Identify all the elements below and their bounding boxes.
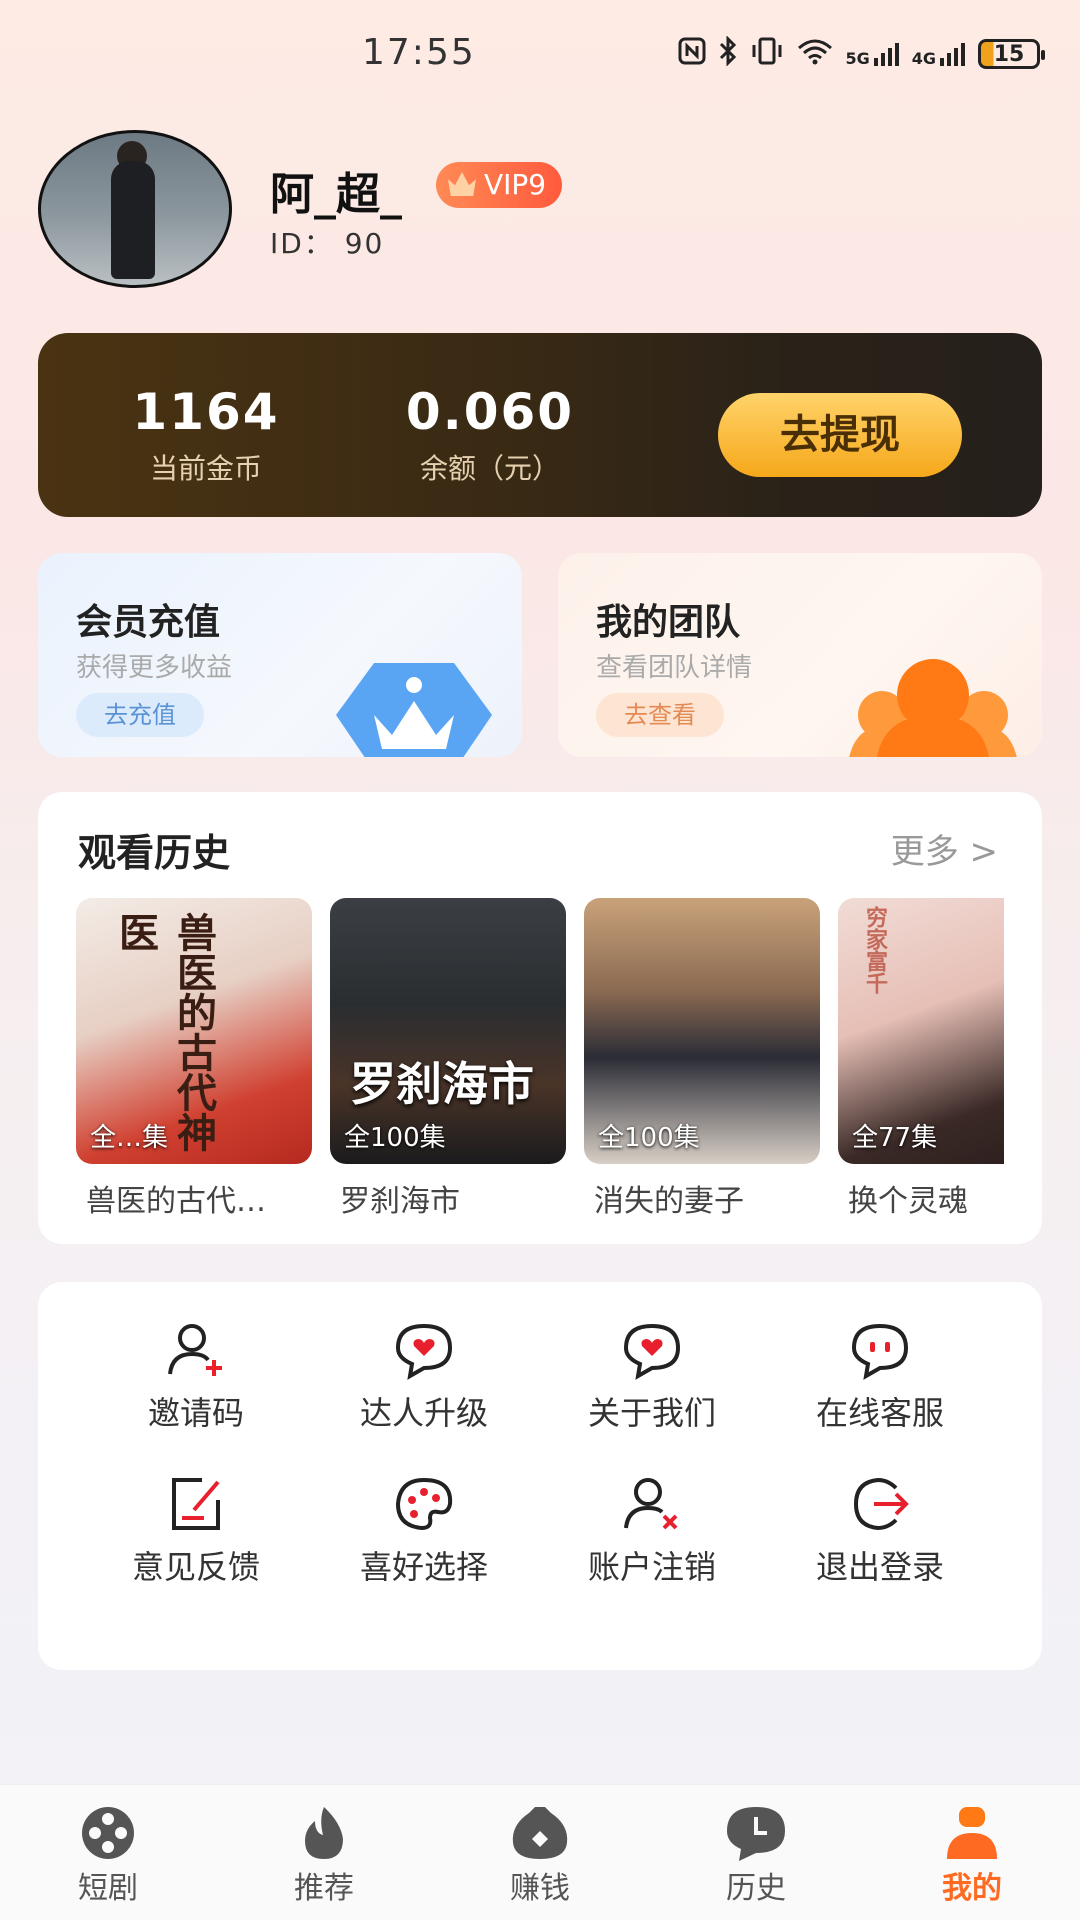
history-item[interactable]: 全100集 消失的妻子 bbox=[584, 898, 820, 1220]
menu-delete-account[interactable]: 账户注销 bbox=[542, 1474, 762, 1588]
menu-online-service[interactable]: 在线客服 bbox=[770, 1320, 990, 1434]
tab-history[interactable]: 历史 bbox=[686, 1805, 826, 1907]
menu-logout[interactable]: 退出登录 bbox=[770, 1474, 990, 1588]
poster-image: 兽医的古代神医 全…集 bbox=[76, 898, 312, 1164]
team-card-subtitle: 查看团队详情 bbox=[596, 653, 753, 683]
history-item-title: 换个灵魂 bbox=[848, 1184, 968, 1219]
tab-short-drama[interactable]: 短剧 bbox=[38, 1805, 178, 1907]
team-card-title: 我的团队 bbox=[596, 602, 741, 643]
balance-stat: 0.060 余额（元） bbox=[400, 383, 580, 487]
balance-label: 余额（元） bbox=[419, 452, 560, 485]
logout-icon bbox=[853, 1477, 909, 1531]
history-item[interactable]: 兽医的古代神医 全…集 兽医的古代… bbox=[76, 898, 312, 1220]
watch-history-section: 观看历史 更多 > 兽医的古代神医 全…集 兽医的古代… 罗刹海市 全100集 … bbox=[38, 792, 1042, 1244]
nfc-icon bbox=[677, 36, 707, 72]
heart-bubble-icon bbox=[623, 1323, 681, 1380]
bluetooth-icon bbox=[717, 35, 739, 72]
vip-badge: VIP9 bbox=[436, 162, 563, 208]
flame-icon bbox=[305, 1807, 343, 1859]
poster-image: 穷家富千 全77集 bbox=[838, 898, 1004, 1164]
vip-recharge-card[interactable]: 会员充值 获得更多收益 去充值 bbox=[38, 553, 522, 757]
heart-bubble-icon bbox=[395, 1323, 453, 1380]
status-time: 17:55 bbox=[362, 32, 476, 73]
profile-icon bbox=[947, 1807, 997, 1859]
history-list: 兽医的古代神医 全…集 兽医的古代… 罗刹海市 全100集 罗刹海市 全100集… bbox=[76, 898, 1004, 1228]
vip-card-title: 会员充值 bbox=[76, 602, 221, 643]
menu-feedback[interactable]: 意见反馈 bbox=[86, 1474, 306, 1588]
vibrate-icon bbox=[749, 36, 785, 72]
crown-icon bbox=[336, 663, 492, 757]
menu-invite-code[interactable]: 邀请码 bbox=[86, 1320, 306, 1434]
my-team-card[interactable]: 我的团队 查看团队详情 去查看 bbox=[558, 553, 1042, 757]
coins-label: 当前金币 bbox=[149, 452, 262, 485]
history-title: 观看历史 bbox=[78, 831, 231, 875]
signal-5g-icon: 5G bbox=[845, 40, 901, 68]
poster-image: 全100集 bbox=[584, 898, 820, 1164]
signal-4g-icon: 4G bbox=[912, 40, 968, 68]
wifi-icon bbox=[795, 36, 835, 72]
clock-bubble-icon bbox=[727, 1807, 785, 1861]
tab-mine[interactable]: 我的 bbox=[902, 1805, 1042, 1907]
status-bar: 17:55 5G 4G 15 bbox=[0, 0, 1080, 110]
user-remove-icon bbox=[624, 1478, 678, 1530]
view-team-button[interactable]: 去查看 bbox=[596, 693, 724, 737]
history-item-title: 消失的妻子 bbox=[594, 1184, 744, 1219]
history-item[interactable]: 罗刹海市 全100集 罗刹海市 bbox=[330, 898, 566, 1220]
team-icon bbox=[849, 659, 1017, 757]
vip-card-subtitle: 获得更多收益 bbox=[76, 653, 233, 683]
poster-image: 罗刹海市 全100集 bbox=[330, 898, 566, 1164]
withdraw-button[interactable]: 去提现 bbox=[718, 393, 962, 477]
avatar[interactable] bbox=[38, 130, 232, 288]
battery-icon: 15 bbox=[978, 39, 1045, 69]
history-item[interactable]: 穷家富千 全77集 换个灵魂 bbox=[838, 898, 1004, 1220]
username: 阿_超_ bbox=[270, 169, 402, 220]
user-plus-icon bbox=[168, 1324, 222, 1376]
feedback-icon bbox=[172, 1478, 220, 1530]
menu-expert-upgrade[interactable]: 达人升级 bbox=[314, 1320, 534, 1434]
crown-icon bbox=[448, 172, 476, 196]
balance-value: 0.060 bbox=[405, 383, 575, 441]
history-item-title: 兽医的古代… bbox=[86, 1184, 266, 1219]
tab-earn[interactable]: 赚钱 bbox=[470, 1805, 610, 1907]
tab-recommend[interactable]: 推荐 bbox=[254, 1805, 394, 1907]
coins-value: 1164 bbox=[132, 383, 280, 441]
film-reel-icon bbox=[82, 1807, 134, 1859]
menu-preferences[interactable]: 喜好选择 bbox=[314, 1474, 534, 1588]
history-item-title: 罗刹海市 bbox=[340, 1184, 460, 1219]
recharge-button[interactable]: 去充值 bbox=[76, 693, 204, 737]
status-icons: 5G 4G 15 bbox=[677, 35, 1045, 72]
menu-about-us[interactable]: 关于我们 bbox=[542, 1320, 762, 1434]
user-id: ID： 90 bbox=[270, 227, 385, 260]
chat-icon bbox=[851, 1323, 909, 1380]
function-menu: 邀请码 达人升级 关于我们 在线客服 意见反馈 喜好选择 账户注销 退出登录 bbox=[38, 1282, 1042, 1670]
palette-icon bbox=[395, 1477, 453, 1531]
bottom-tab-bar: 短剧 推荐 赚钱 历史 我的 bbox=[0, 1784, 1080, 1920]
wallet-card: 1164 当前金币 0.060 余额（元） 去提现 bbox=[38, 333, 1042, 517]
money-bag-icon bbox=[512, 1807, 568, 1859]
coins-stat: 1164 当前金币 bbox=[126, 383, 286, 487]
history-more-link[interactable]: 更多 > bbox=[891, 824, 998, 873]
